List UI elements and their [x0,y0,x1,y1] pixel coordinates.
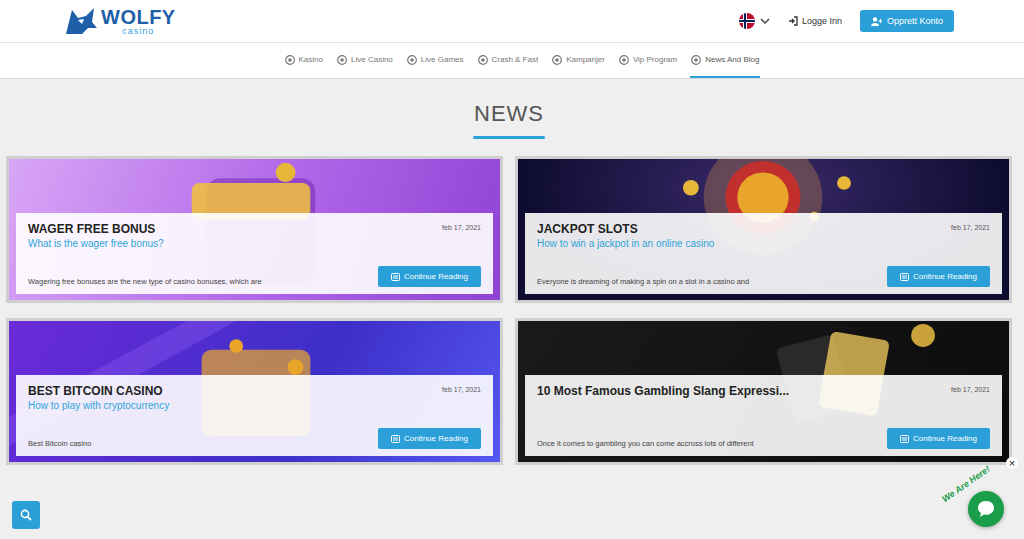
continue-reading-button[interactable]: Continue Reading [887,266,990,287]
continue-reading-label: Continue Reading [913,272,977,281]
card-date: feb 17, 2021 [951,383,990,393]
chevron-down-icon [760,17,770,25]
card-excerpt: Everyone is dreaming of making a spin on… [537,277,749,287]
continue-reading-button[interactable]: Continue Reading [378,428,481,449]
card-subtitle: How to play with cryptocurrency [28,399,481,412]
card-title: BEST BITCOIN CASINO [28,383,163,399]
search-icon [20,509,32,521]
language-select[interactable] [739,13,770,29]
title-underline [473,136,545,139]
news-card[interactable]: JACKPOT SLOTS feb 17, 2021 How to win a ja… [515,156,1012,303]
news-card[interactable]: WAGER FREE BONUS feb 17, 2021 What is the … [6,156,503,303]
nav-item[interactable]: News And Blog [690,43,760,78]
nav-item[interactable]: Live Casino [336,43,394,78]
card-title: 10 Most Famous Gambling Slang Expressi..… [537,383,789,399]
card-date: feb 17, 2021 [442,383,481,393]
signup-label: Opprett Konto [887,16,943,26]
card-info: JACKPOT SLOTS feb 17, 2021 How to win a ja… [525,213,1002,294]
card-subtitle: How to win a jackpot in an online casino [537,237,990,250]
nav-item-label: Vip Program [633,55,677,64]
news-section: NEWS WAGER FREE BONUS feb 17, 2021 What is … [0,79,1024,505]
card-excerpt: Wagering free bonuses are the new type o… [28,277,262,287]
newspaper-icon [391,435,400,443]
card-subtitle: What is the wager free bonus? [28,237,481,250]
continue-reading-label: Continue Reading [404,434,468,443]
card-excerpt: Best Bitcoin casino [28,439,91,449]
logo[interactable]: WOLFYcasino [64,6,176,36]
news-card[interactable]: BEST BITCOIN CASINO feb 17, 2021 How to pl… [6,318,503,465]
logo-sub: casino [122,27,154,36]
card-date: feb 17, 2021 [442,221,481,231]
card-title: JACKPOT SLOTS [537,221,638,237]
nav-item[interactable]: Vip Program [618,43,678,78]
logo-name: WOLFY [101,7,176,27]
nav-item-icon [691,55,701,65]
nav-item-label: Live Games [421,55,464,64]
nav-item[interactable]: Crash & Fast [477,43,540,78]
nav-item-icon [337,55,347,65]
newspaper-icon [900,435,909,443]
nav-item-icon [478,55,488,65]
nav-item[interactable]: Live Games [406,43,465,78]
newspaper-icon [391,273,400,281]
continue-reading-label: Continue Reading [913,434,977,443]
login-label: Logge Inn [802,16,842,26]
card-info: WAGER FREE BONUS feb 17, 2021 What is the … [16,213,493,294]
nav-item[interactable]: Kampanjer [551,43,606,78]
nav-item-label: Kampanjer [566,55,605,64]
chat-button[interactable] [968,491,1004,527]
signup-button[interactable]: Opprett Konto [860,10,954,32]
card-title: WAGER FREE BONUS [28,221,155,237]
section-title: NEWS [474,101,544,127]
continue-reading-button[interactable]: Continue Reading [378,266,481,287]
header: WOLFYcasino Logge Inn Opprett Konto [0,0,1024,43]
chat-widget: We Are Here!× [938,457,1018,529]
newspaper-icon [900,273,909,281]
continue-reading-label: Continue Reading [404,272,468,281]
login-link[interactable]: Logge Inn [788,16,842,26]
card-info: 10 Most Famous Gambling Slang Expressi..… [525,375,1002,456]
nav-item-icon [407,55,417,65]
nav-item-label: Crash & Fast [492,55,539,64]
card-info: BEST BITCOIN CASINO feb 17, 2021 How to pl… [16,375,493,456]
news-card[interactable]: 10 Most Famous Gambling Slang Expressi..… [515,318,1012,465]
page: WOLFYcasino Logge Inn Opprett Konto Kasino L… [0,0,1024,539]
nav-item-label: News And Blog [705,55,759,64]
nav-item-icon [619,55,629,65]
user-plus-icon [871,17,882,26]
norway-flag-icon [739,13,755,29]
card-date: feb 17, 2021 [951,221,990,231]
nav-item-icon [552,55,562,65]
wolf-icon [64,6,98,36]
nav-item-label: Live Casino [351,55,393,64]
chat-icon [976,499,996,519]
nav-item-icon [285,55,295,65]
nav-item-label: Kasino [299,55,323,64]
news-grid: WAGER FREE BONUS feb 17, 2021 What is the … [6,156,1012,465]
main-nav: Kasino Live Casino Live Games Crash & Fast K… [0,43,1024,79]
card-excerpt: Once it comes to gambling you can come a… [537,439,754,449]
chat-close-button[interactable]: × [1006,457,1018,469]
continue-reading-button[interactable]: Continue Reading [887,428,990,449]
login-icon [788,16,798,26]
nav-item[interactable]: Kasino [284,43,324,78]
search-button[interactable] [12,501,40,529]
